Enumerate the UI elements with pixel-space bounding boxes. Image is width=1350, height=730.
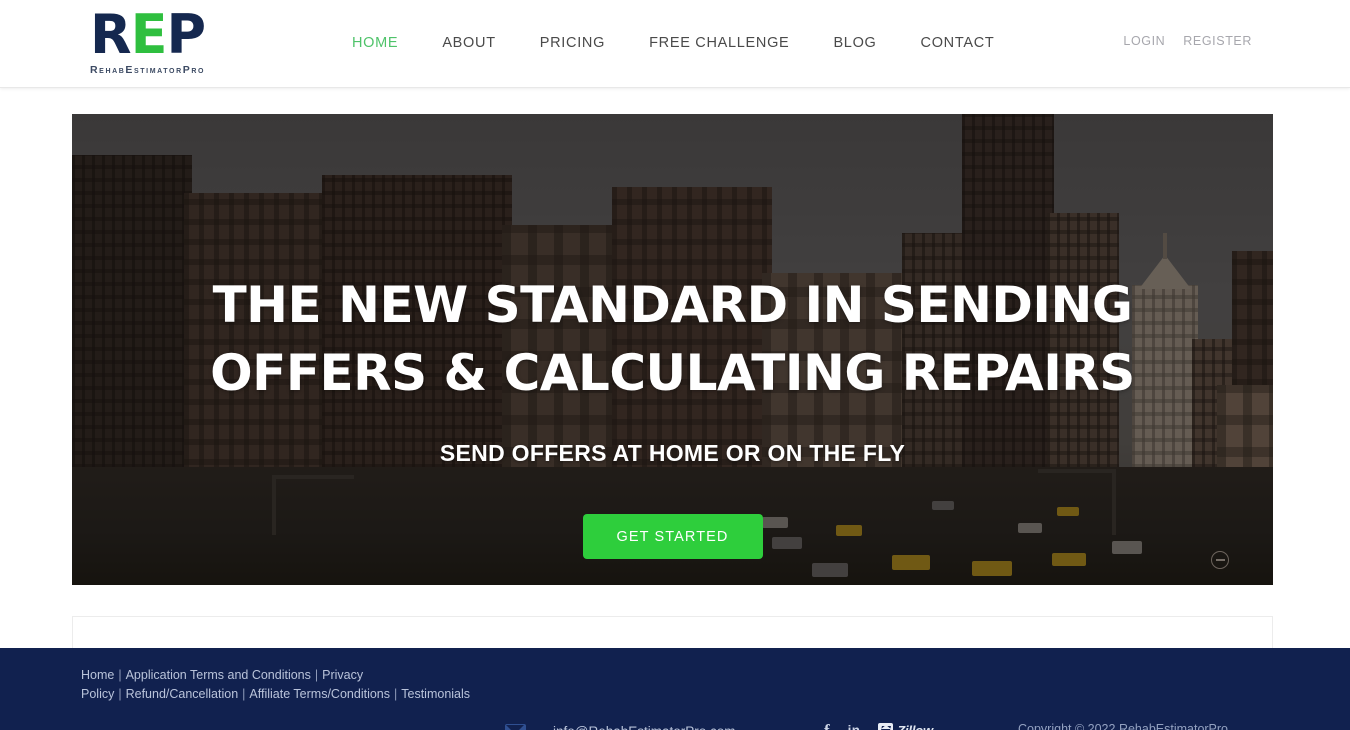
logo-wordmark: REP: [90, 8, 340, 62]
logo-letter-r: R: [90, 3, 132, 66]
hero-subheadline: SEND OFFERS AT HOME OR ON THE FLY: [439, 440, 906, 466]
hero-content: THE NEW STANDARD IN SENDING OFFERS & CAL…: [72, 114, 1273, 585]
logo-letter-e: E: [130, 3, 168, 66]
footer-link-testimonials[interactable]: Testimonials: [401, 687, 470, 701]
nav-item-about[interactable]: ABOUT: [442, 31, 495, 55]
zillow-house-icon: [878, 723, 894, 730]
footer-separator: |: [394, 687, 398, 701]
page-root: REP RehabEstimatorPro HOME ABOUT PRICING…: [0, 0, 1350, 730]
logo-letter-p: P: [166, 3, 206, 66]
footer-separator: |: [118, 668, 122, 682]
site-header: REP RehabEstimatorPro HOME ABOUT PRICING…: [0, 0, 1350, 88]
linkedin-icon[interactable]: in: [848, 724, 861, 730]
footer-separator: |: [314, 668, 319, 682]
footer-link-refund-cancellation[interactable]: Refund/Cancellation: [126, 687, 239, 701]
nav-item-contact[interactable]: CONTACT: [921, 31, 995, 55]
auth-navigation: LOGIN REGISTER: [1123, 34, 1252, 48]
copyright-brand-link[interactable]: RehabEstimatorPro: [1119, 722, 1228, 730]
login-link[interactable]: LOGIN: [1123, 34, 1165, 48]
footer-link-application-terms[interactable]: Application Terms and Conditions: [126, 668, 311, 682]
footer-copyright: Copyright © 2022 RehabEstimatorPro.: [1018, 722, 1232, 730]
hero-headline: THE NEW STANDARD IN SENDING OFFERS & CAL…: [210, 276, 1135, 402]
main-navigation: HOME ABOUT PRICING FREE CHALLENGE BLOG C…: [352, 31, 994, 55]
facebook-icon[interactable]: f: [824, 722, 830, 730]
footer-separator: |: [118, 687, 122, 701]
nav-item-free-challenge[interactable]: FREE CHALLENGE: [649, 31, 789, 55]
footer-links: Home | Application Terms and Conditions | Pr…: [81, 666, 481, 704]
copyright-suffix: .: [1228, 722, 1232, 730]
main-content: THE NEW STANDARD IN SENDING OFFERS & CAL…: [0, 88, 1350, 678]
footer-social-links: f in Zillow: [824, 722, 933, 730]
register-link[interactable]: REGISTER: [1183, 34, 1252, 48]
footer-contact-email[interactable]: info@RehabEstimatorPro.com: [505, 724, 736, 730]
zillow-label: Zillow: [897, 723, 933, 730]
minus-circle-icon: [1211, 551, 1229, 569]
footer-separator: |: [242, 687, 246, 701]
footer-link-home[interactable]: Home: [81, 668, 114, 682]
site-footer: Home | Application Terms and Conditions | Pr…: [0, 648, 1350, 730]
copyright-prefix: Copyright © 2022: [1018, 722, 1119, 730]
hero-banner: THE NEW STANDARD IN SENDING OFFERS & CAL…: [72, 114, 1273, 585]
envelope-icon: [505, 724, 526, 730]
get-started-button[interactable]: GET STARTED: [582, 514, 763, 559]
footer-link-affiliate-terms[interactable]: Affiliate Terms/Conditions: [249, 687, 390, 701]
nav-item-home[interactable]: HOME: [352, 31, 398, 55]
site-logo[interactable]: REP RehabEstimatorPro: [90, 8, 340, 80]
footer-email-text[interactable]: info@RehabEstimatorPro.com: [553, 724, 736, 730]
nav-item-blog[interactable]: BLOG: [833, 31, 876, 55]
zillow-icon[interactable]: Zillow: [878, 723, 933, 730]
nav-item-pricing[interactable]: PRICING: [540, 31, 605, 55]
logo-subtitle: RehabEstimatorPro: [90, 64, 206, 76]
